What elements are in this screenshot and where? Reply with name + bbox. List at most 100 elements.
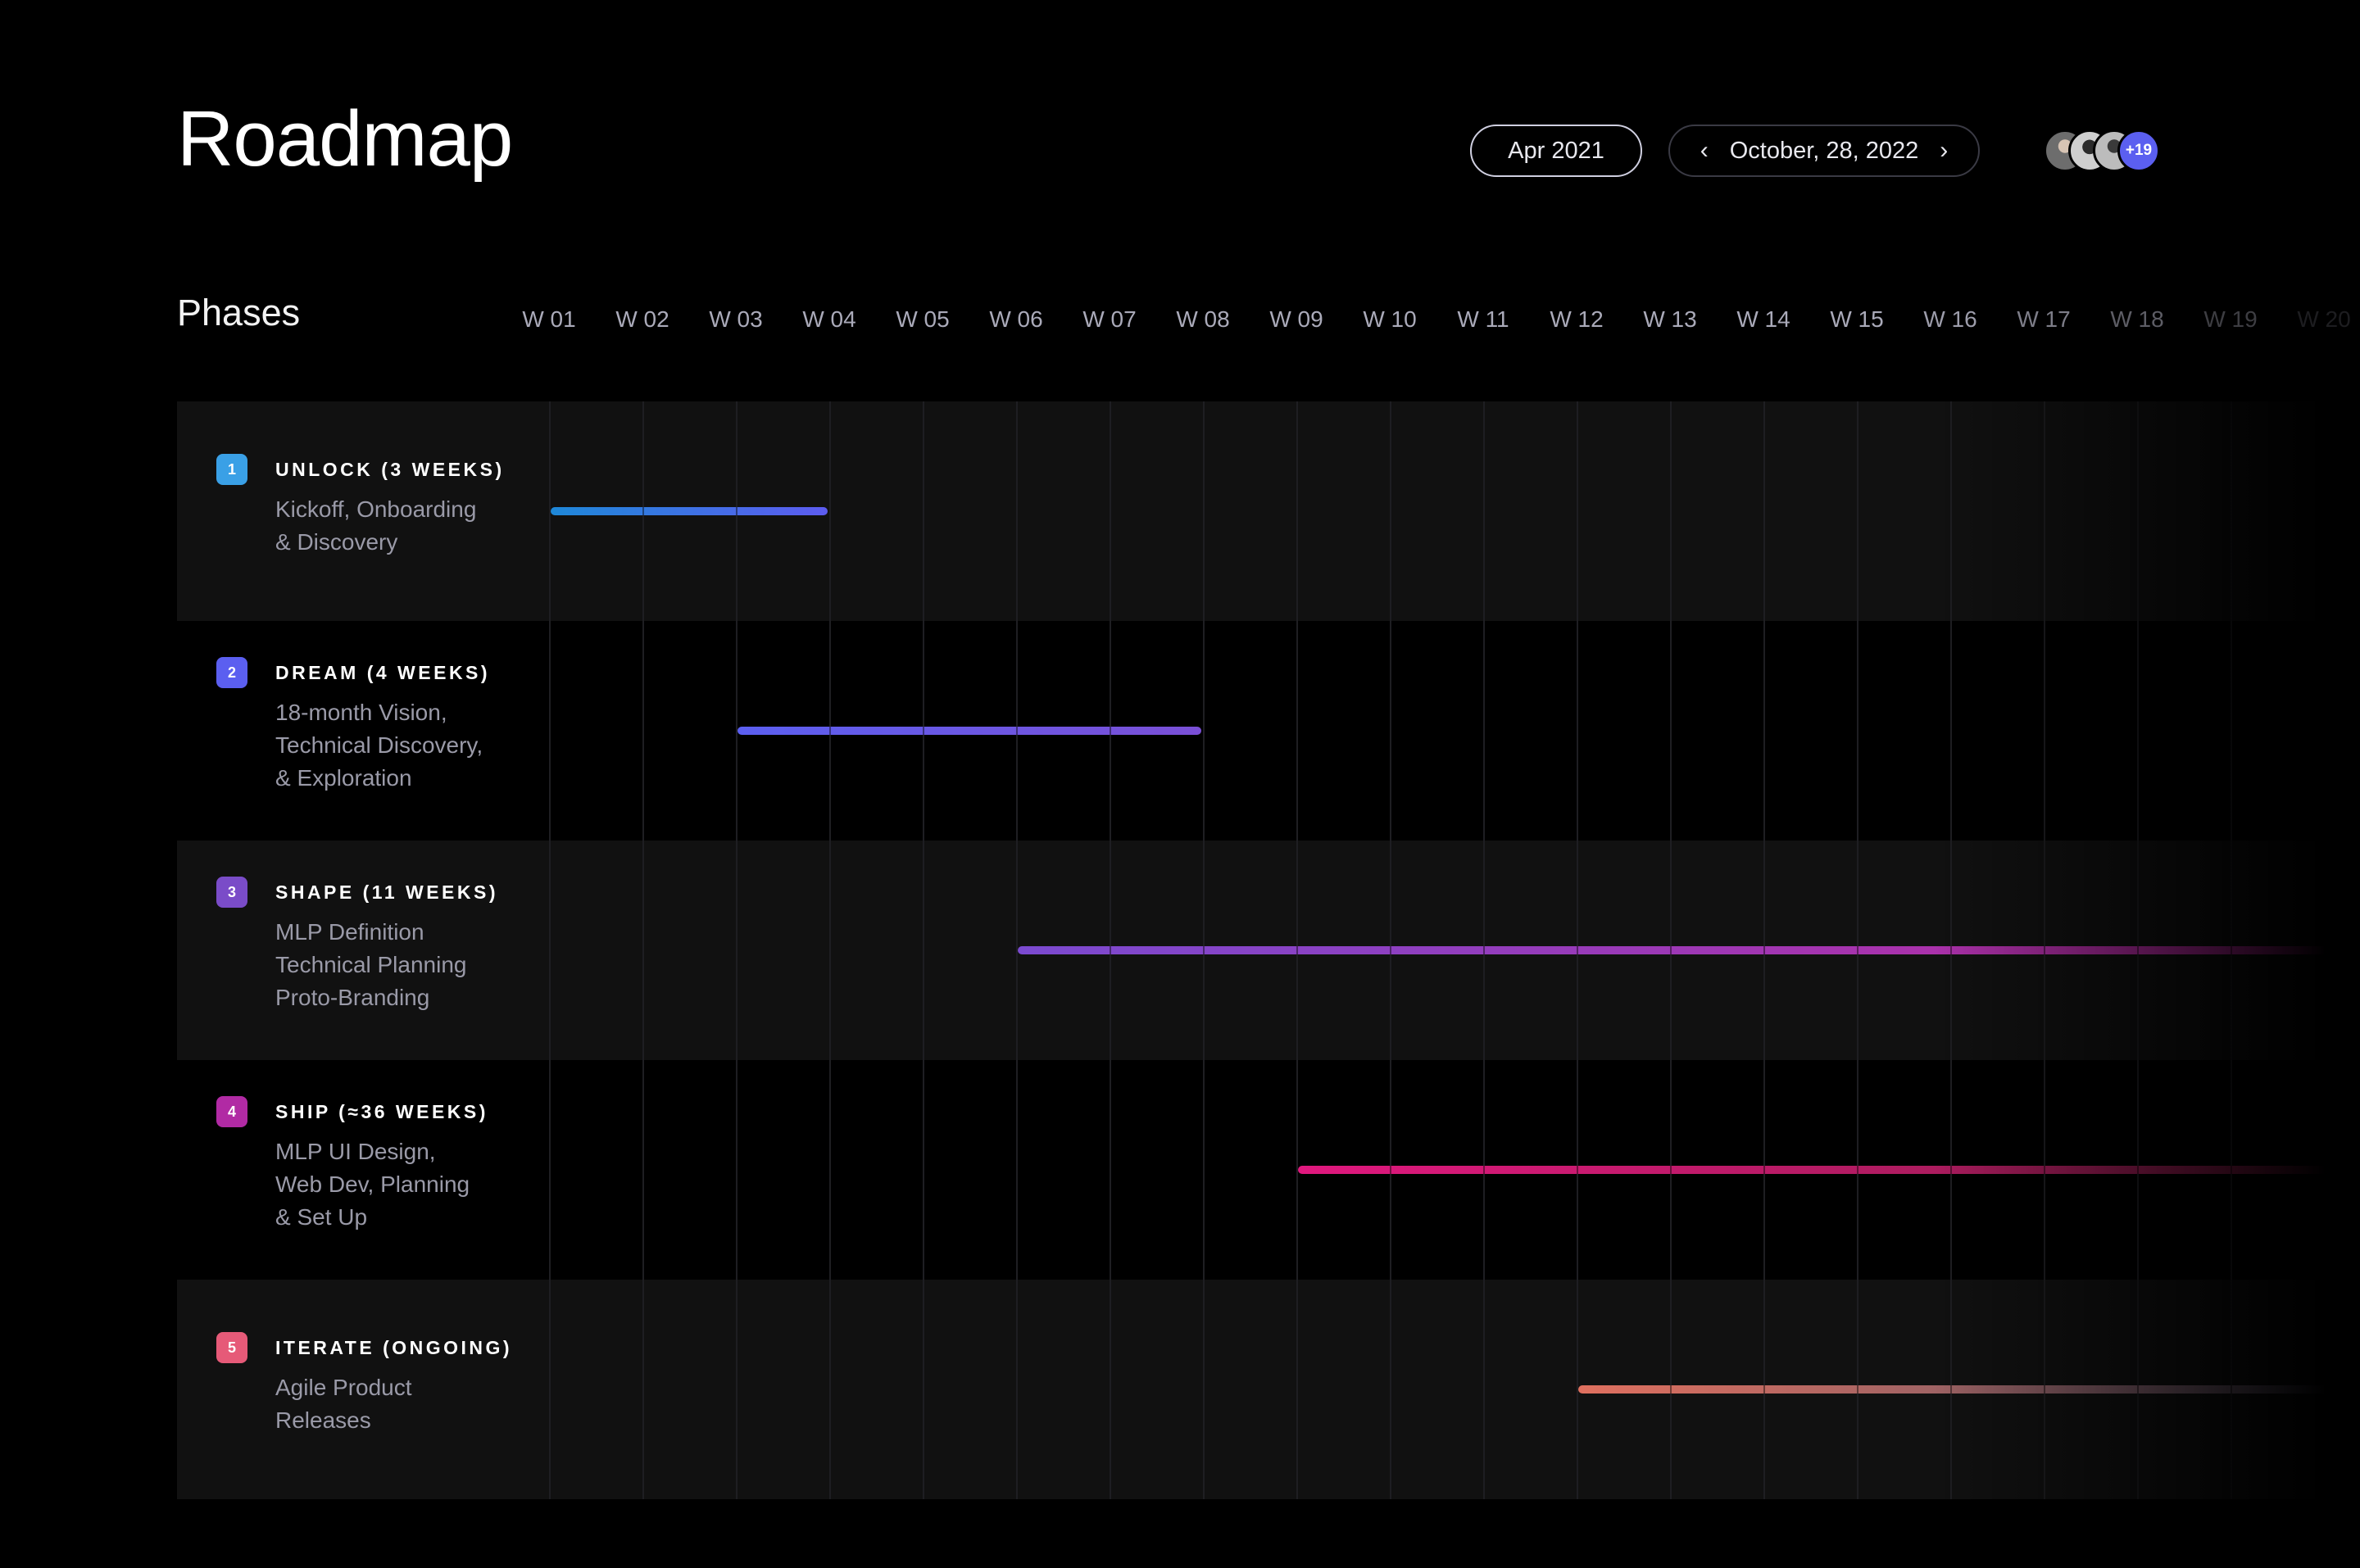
week-gridline <box>549 401 551 1499</box>
phase-description-line: Proto-Branding <box>275 985 430 1010</box>
week-label: W 10 <box>1363 306 1417 332</box>
phase-description-line: Technical Discovery, <box>275 732 483 758</box>
week-tick <box>1483 1166 1485 1174</box>
phase-title: SHAPE (11 WEEKS) <box>275 881 498 903</box>
phase-description: Agile Product Releases <box>275 1371 412 1437</box>
week-label: W 09 <box>1269 306 1323 332</box>
week-label: W 07 <box>1082 306 1137 332</box>
phase-description-line: & Set Up <box>275 1204 368 1230</box>
phase-number-badge: 1 <box>216 454 247 485</box>
phase-title: SHIP (≈36 WEEKS) <box>275 1101 488 1122</box>
week-tick <box>829 727 831 735</box>
phase-timeline-bar[interactable] <box>738 727 1201 735</box>
week-label: W 18 <box>2110 306 2164 332</box>
week-tick <box>2044 1166 2045 1174</box>
phase-description-line: MLP Definition <box>275 919 424 945</box>
phase-number-badge: 5 <box>216 1332 247 1363</box>
week-tick <box>2231 1385 2232 1394</box>
week-tick <box>1296 946 1298 954</box>
roadmap-grid: 1 UNLOCK (3 WEEKS) Kickoff, Onboarding & Di… <box>177 401 2360 1499</box>
week-tick <box>736 507 738 515</box>
week-label: W 08 <box>1176 306 1230 332</box>
phase-description: MLP Definition Technical Planning Proto-Br… <box>275 916 467 1014</box>
phase-number-badge: 2 <box>216 657 247 688</box>
week-tick <box>1763 1385 1765 1394</box>
week-tick <box>2324 946 2326 954</box>
week-tick <box>1390 1166 1391 1174</box>
week-tick <box>1670 1166 1672 1174</box>
phase-timeline-bar[interactable] <box>1298 1166 2360 1174</box>
week-tick <box>1016 727 1018 735</box>
week-tick <box>1110 727 1111 735</box>
chevron-right-icon[interactable]: › <box>1940 138 1948 163</box>
week-tick <box>1763 1166 1765 1174</box>
week-tick <box>1110 946 1111 954</box>
phase-title: DREAM (4 WEEKS) <box>275 662 491 683</box>
week-gridline <box>736 401 738 1499</box>
more-avatars-badge[interactable]: +19 <box>2117 129 2160 172</box>
week-tick <box>1763 946 1765 954</box>
week-tick <box>2324 1166 2326 1174</box>
chevron-left-icon[interactable]: ‹ <box>1700 138 1709 163</box>
week-gridline <box>829 401 831 1499</box>
week-label: W 20 <box>2297 306 2351 332</box>
week-label: W 14 <box>1736 306 1790 332</box>
phase-description: MLP UI Design, Web Dev, Planning & Set Up <box>275 1135 470 1234</box>
week-tick <box>1577 946 1578 954</box>
week-tick <box>1577 1166 1578 1174</box>
phase-description-line: Releases <box>275 1407 371 1433</box>
week-label: W 15 <box>1830 306 1884 332</box>
week-label: W 19 <box>2203 306 2258 332</box>
week-header: W 01 W 02 W 03 W 04 W 05 W 06 W 07 W 08 W 09 W 10… <box>0 306 2360 339</box>
phase-description: Kickoff, Onboarding & Discovery <box>275 493 476 559</box>
week-tick <box>2044 946 2045 954</box>
phase-number-badge: 4 <box>216 1096 247 1127</box>
week-label: W 16 <box>1923 306 1977 332</box>
week-label: W 02 <box>615 306 669 332</box>
phase-row[interactable] <box>177 401 2360 621</box>
phase-timeline-bar[interactable] <box>1578 1385 2360 1394</box>
phase-description-line: & Discovery <box>275 529 398 555</box>
week-tick <box>1950 1166 1952 1174</box>
current-date-label: October, 28, 2022 <box>1729 137 1919 164</box>
week-tick <box>2137 1166 2139 1174</box>
week-tick <box>2324 1385 2326 1394</box>
week-tick <box>1483 946 1485 954</box>
week-label: W 12 <box>1550 306 1604 332</box>
phase-description-line: Kickoff, Onboarding <box>275 496 477 522</box>
date-navigator: ‹ October, 28, 2022 › <box>1668 125 1980 177</box>
phase-timeline-bar[interactable] <box>551 507 828 515</box>
phase-timeline-bar[interactable] <box>1018 946 2360 954</box>
week-tick <box>642 507 644 515</box>
phase-description-line: & Exploration <box>275 765 412 791</box>
week-tick <box>1950 946 1952 954</box>
week-tick <box>2044 1385 2045 1394</box>
week-tick <box>2231 1166 2232 1174</box>
week-label: W 01 <box>522 306 576 332</box>
phase-description-line: Technical Planning <box>275 952 467 977</box>
week-label: W 11 <box>1457 306 1509 332</box>
phase-description-line: MLP UI Design, <box>275 1139 436 1164</box>
phase-description-line: 18-month Vision, <box>275 700 447 725</box>
week-label: W 13 <box>1643 306 1697 332</box>
phase-description-line: Web Dev, Planning <box>275 1171 470 1197</box>
week-label: W 03 <box>709 306 763 332</box>
week-tick <box>1857 1385 1858 1394</box>
week-tick <box>1670 946 1672 954</box>
week-tick <box>1950 1385 1952 1394</box>
phase-title: UNLOCK (3 WEEKS) <box>275 459 505 480</box>
phase-description-line: Agile Product <box>275 1375 412 1400</box>
phase-row[interactable] <box>177 621 2360 841</box>
week-tick <box>1390 946 1391 954</box>
week-label: W 06 <box>989 306 1043 332</box>
week-tick <box>1670 1385 1672 1394</box>
page-title: Roadmap <box>177 95 513 183</box>
week-label: W 04 <box>802 306 856 332</box>
week-tick <box>1857 946 1858 954</box>
week-tick <box>2137 1385 2139 1394</box>
week-tick <box>923 727 924 735</box>
week-tick <box>2231 946 2232 954</box>
month-picker-button[interactable]: Apr 2021 <box>1470 125 1642 177</box>
month-label: Apr 2021 <box>1508 137 1604 164</box>
week-tick <box>1857 1166 1858 1174</box>
